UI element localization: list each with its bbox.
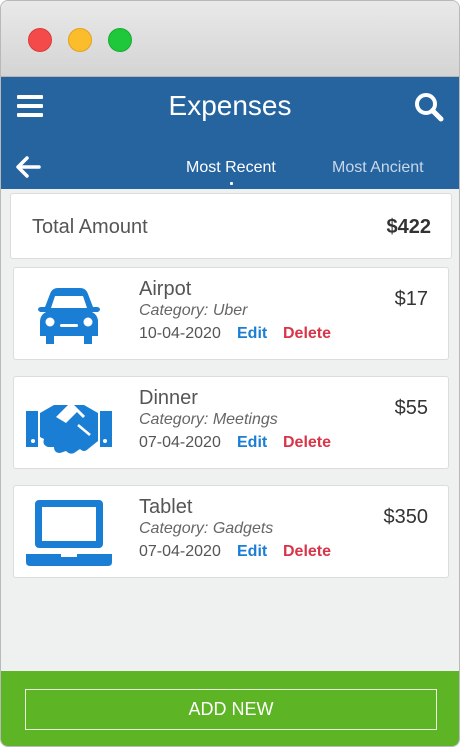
maximize-window-button[interactable] (108, 28, 132, 52)
edit-link[interactable]: Edit (237, 543, 267, 561)
delete-link[interactable]: Delete (283, 543, 331, 561)
expense-card[interactable]: Dinner Category: Meetings 07-04-2020 Edi… (13, 376, 449, 469)
edit-link[interactable]: Edit (237, 434, 267, 452)
expense-card[interactable]: Airpot Category: Uber 10-04-2020 Edit De… (13, 267, 449, 360)
delete-link[interactable]: Delete (283, 325, 331, 343)
total-amount-value: $422 (386, 216, 432, 238)
add-new-button[interactable]: ADD NEW (25, 689, 437, 730)
expense-category: Category: Gadgets (139, 520, 274, 537)
edit-link[interactable]: Edit (237, 325, 267, 343)
expense-amount: $55 (394, 397, 428, 419)
expense-category: Category: Meetings (139, 411, 278, 428)
minimize-window-button[interactable] (68, 28, 92, 52)
total-amount-label: Total Amount (32, 216, 148, 238)
car-icon (38, 288, 100, 344)
handshake-icon (26, 401, 112, 454)
app-window: Expenses Most Recent Most Ancient Total … (0, 0, 460, 747)
laptop-icon (26, 500, 112, 566)
footer-bar: ADD NEW (1, 671, 459, 746)
active-tab-indicator (230, 182, 233, 185)
tab-most-ancient[interactable]: Most Ancient (332, 159, 424, 177)
expense-date: 07-04-2020 (139, 543, 221, 560)
expense-category: Category: Uber (139, 302, 248, 319)
tab-most-recent[interactable]: Most Recent (186, 159, 276, 177)
total-amount-card: Total Amount $422 (10, 193, 452, 259)
search-icon[interactable] (413, 91, 445, 123)
delete-link[interactable]: Delete (283, 434, 331, 452)
close-window-button[interactable] (28, 28, 52, 52)
expense-amount: $17 (394, 288, 428, 310)
expense-amount: $350 (383, 506, 429, 528)
page-title: Expenses (168, 90, 292, 121)
expense-date: 10-04-2020 (139, 325, 221, 342)
app-header: Expenses Most Recent Most Ancient (1, 77, 459, 189)
expense-card[interactable]: Tablet Category: Gadgets 07-04-2020 Edit… (13, 485, 449, 578)
expense-name: Airpot (139, 278, 192, 300)
expense-name: Tablet (139, 496, 193, 518)
expense-name: Dinner (139, 387, 198, 409)
expense-date: 07-04-2020 (139, 434, 221, 451)
window-titlebar (1, 1, 459, 77)
back-arrow-icon[interactable] (15, 155, 41, 179)
